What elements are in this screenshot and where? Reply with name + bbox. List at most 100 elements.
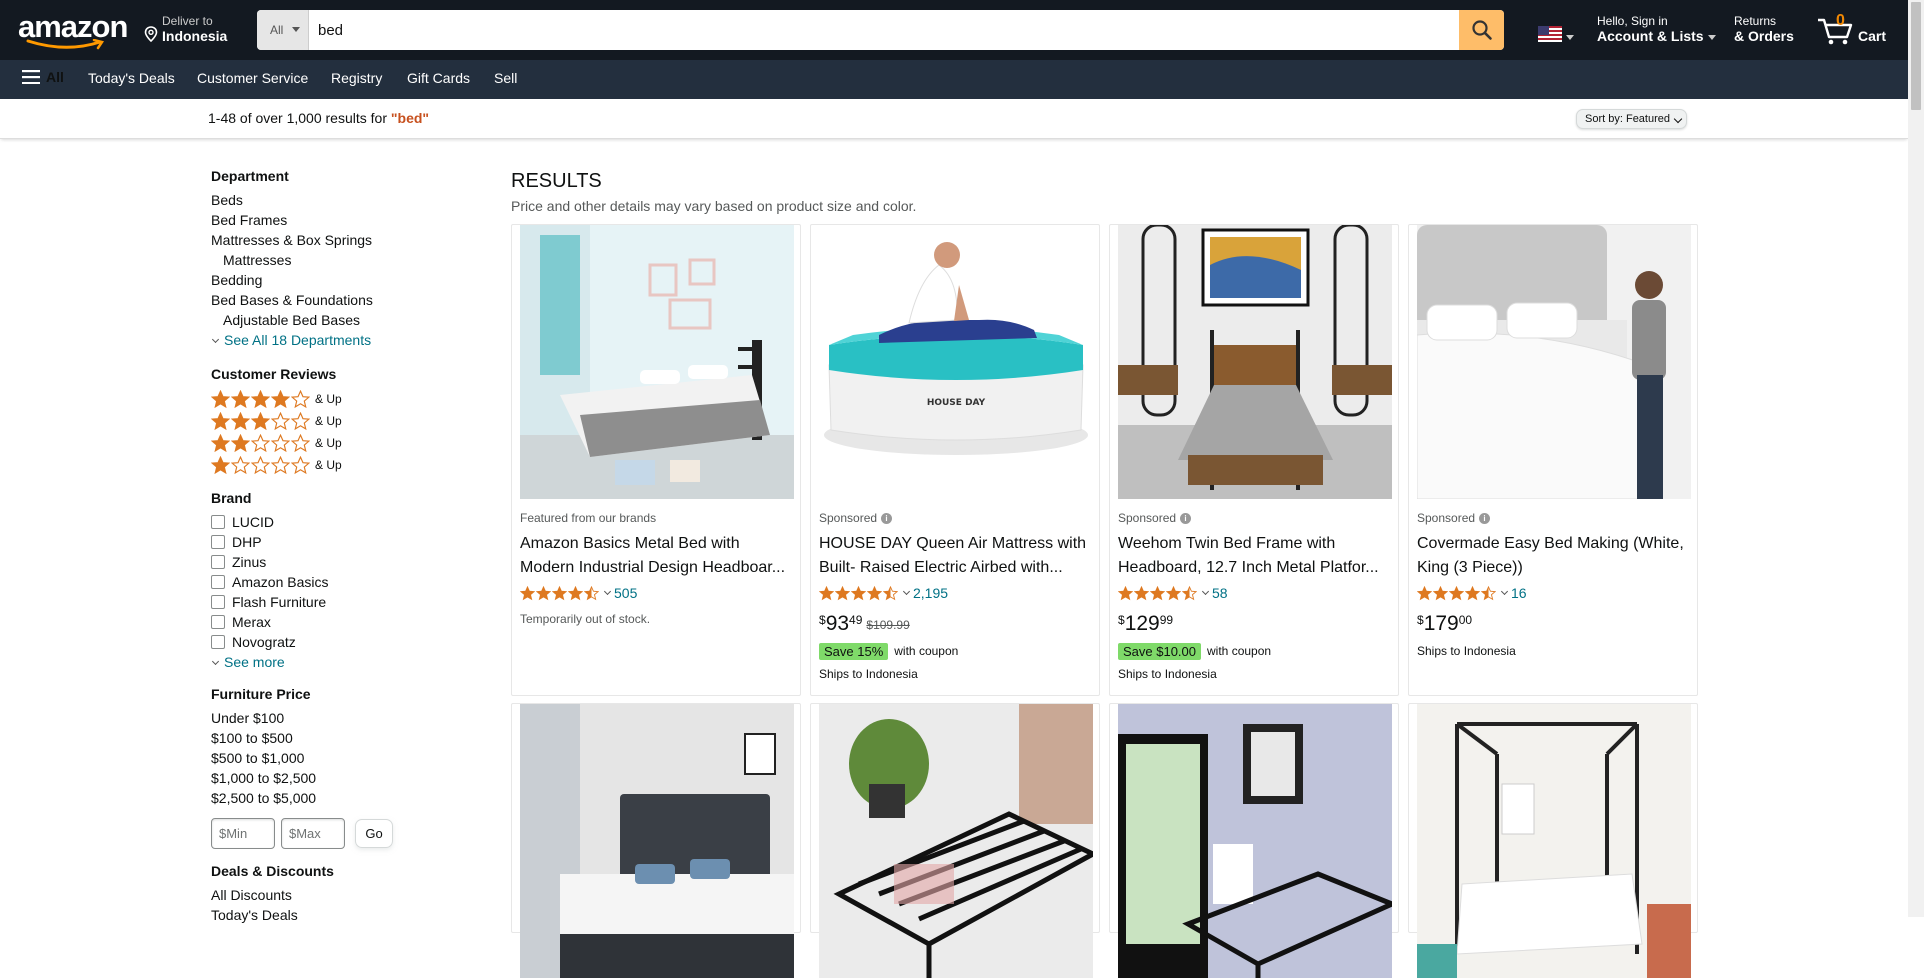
product-rating[interactable]: 58 <box>1118 582 1394 604</box>
review-filter-4-stars[interactable]: & Up <box>211 388 451 410</box>
product-image[interactable] <box>520 225 794 499</box>
page-scrollbar[interactable] <box>1908 0 1924 917</box>
brand-filter[interactable]: Zinus <box>211 552 451 572</box>
account-menu[interactable]: Hello, Sign in Account & Lists <box>1597 14 1716 44</box>
product-image[interactable] <box>1417 704 1691 978</box>
product-price[interactable]: $129 99 <box>1118 612 1394 638</box>
department-link[interactable]: Beds <box>211 190 451 210</box>
all-menu-button[interactable]: All <box>22 69 64 85</box>
max-price-input[interactable]: $Max <box>281 818 345 849</box>
product-image[interactable] <box>1118 704 1392 978</box>
product-rating[interactable]: 505 <box>520 582 796 604</box>
checkbox[interactable] <box>211 555 225 569</box>
nav-registry[interactable]: Registry <box>331 70 382 86</box>
checkbox[interactable] <box>211 595 225 609</box>
info-icon[interactable]: i <box>1479 512 1491 524</box>
us-flag-icon[interactable] <box>1538 26 1562 42</box>
sponsored-tag[interactable]: Sponsored i <box>819 510 1095 526</box>
brand-filter[interactable]: Merax <box>211 612 451 632</box>
cart-button[interactable]: 0 Cart <box>1816 12 1896 48</box>
scrollbar-thumb[interactable] <box>1911 2 1921 110</box>
price-go-button[interactable]: Go <box>355 819 393 848</box>
product-image[interactable]: HOUSE DAY <box>819 225 1093 499</box>
checkbox[interactable] <box>211 575 225 589</box>
product-rating[interactable]: 16 <box>1417 582 1693 604</box>
product-image[interactable] <box>1118 225 1392 499</box>
see-more-brands-link[interactable]: See more <box>211 652 451 672</box>
review-count[interactable]: 58 <box>1212 585 1228 601</box>
star-icon <box>536 585 551 600</box>
nav-customer-service[interactable]: Customer Service <box>197 70 308 86</box>
star-icon <box>251 456 270 473</box>
price-range-link[interactable]: $2,500 to $5,000 <box>211 788 451 808</box>
brand-filter[interactable]: Amazon Basics <box>211 572 451 592</box>
brand-label: Merax <box>232 614 271 630</box>
price-range-link[interactable]: $1,000 to $2,500 <box>211 768 451 788</box>
product-title[interactable]: HOUSE DAY Queen Air Mattress with Built-… <box>819 532 1095 580</box>
product-title[interactable]: Weehom Twin Bed Frame with Headboard, 12… <box>1118 532 1394 580</box>
product-title[interactable]: Amazon Basics Metal Bed with Modern Indu… <box>520 532 796 580</box>
review-filter-2-stars[interactable]: & Up <box>211 432 451 454</box>
review-count[interactable]: 2,195 <box>913 585 948 601</box>
product-price[interactable]: $179 00 <box>1417 612 1693 638</box>
review-filter-1-stars[interactable]: & Up <box>211 454 451 476</box>
price-range-link[interactable]: Under $100 <box>211 708 451 728</box>
sponsored-tag[interactable]: Sponsored i <box>1118 510 1394 526</box>
orders-label: & Orders <box>1734 28 1794 44</box>
sort-dropdown[interactable]: Sort by: Featured <box>1576 109 1687 129</box>
min-price-input[interactable]: $Min <box>211 818 275 849</box>
reviews-title: Customer Reviews <box>211 366 337 382</box>
search-icon <box>1471 20 1492 40</box>
info-icon[interactable]: i <box>1180 512 1192 524</box>
product-rating[interactable]: 2,195 <box>819 582 1095 604</box>
product-image[interactable] <box>520 704 794 978</box>
checkbox[interactable] <box>211 635 225 649</box>
search-category-dropdown[interactable]: All <box>257 10 309 50</box>
review-count[interactable]: 16 <box>1511 585 1527 601</box>
see-all-departments-link[interactable]: See All 18 Departments <box>211 330 451 350</box>
price-range-link[interactable]: $500 to $1,000 <box>211 748 451 768</box>
amazon-logo[interactable]: amazon <box>18 11 128 52</box>
department-link[interactable]: Bed Bases & Foundations <box>211 290 451 310</box>
nav-sell[interactable]: Sell <box>494 70 517 86</box>
department-link[interactable]: Mattresses <box>211 250 451 270</box>
brand-filter[interactable]: Novogratz <box>211 632 451 652</box>
deals-link[interactable]: All Discounts <box>211 885 451 905</box>
deals-link[interactable]: Today's Deals <box>211 905 451 925</box>
review-count[interactable]: 505 <box>614 585 637 601</box>
star-icon <box>291 434 310 451</box>
brand-filter[interactable]: LUCID <box>211 512 451 532</box>
review-filter-3-stars[interactable]: & Up <box>211 410 451 432</box>
star-icon <box>211 456 230 473</box>
coupon[interactable]: Save $10.00 with coupon <box>1118 641 1394 661</box>
department-link[interactable]: Adjustable Bed Bases <box>211 310 451 330</box>
department-link[interactable]: Bedding <box>211 270 451 290</box>
star-icon <box>291 456 310 473</box>
search-input[interactable] <box>309 10 1462 50</box>
search-button[interactable] <box>1459 10 1504 50</box>
coupon-badge: Save 15% <box>819 642 889 660</box>
product-photo <box>520 704 794 978</box>
star-icon <box>1481 585 1496 600</box>
department-link[interactable]: Mattresses & Box Springs <box>211 230 451 250</box>
sponsored-tag[interactable]: Sponsored i <box>1417 510 1693 526</box>
chevron-down-icon <box>1201 587 1210 595</box>
checkbox[interactable] <box>211 515 225 529</box>
checkbox[interactable] <box>211 535 225 549</box>
brand-filter[interactable]: Flash Furniture <box>211 592 451 612</box>
nav-todays-deals[interactable]: Today's Deals <box>88 70 175 86</box>
product-image[interactable] <box>1417 225 1691 499</box>
info-icon[interactable]: i <box>881 512 893 524</box>
cart-count: 0 <box>1836 12 1845 29</box>
product-image[interactable] <box>819 704 1093 978</box>
deliver-to[interactable]: Deliver to Indonesia <box>142 14 227 44</box>
product-title[interactable]: Covermade Easy Bed Making (White, King (… <box>1417 532 1693 580</box>
product-price[interactable]: $93 49 $109.99 <box>819 612 1095 638</box>
coupon[interactable]: Save 15% with coupon <box>819 641 1095 661</box>
department-link[interactable]: Bed Frames <box>211 210 451 230</box>
checkbox[interactable] <box>211 615 225 629</box>
returns-orders[interactable]: Returns & Orders <box>1734 14 1794 44</box>
brand-filter[interactable]: DHP <box>211 532 451 552</box>
nav-gift-cards[interactable]: Gift Cards <box>407 70 470 86</box>
price-range-link[interactable]: $100 to $500 <box>211 728 451 748</box>
